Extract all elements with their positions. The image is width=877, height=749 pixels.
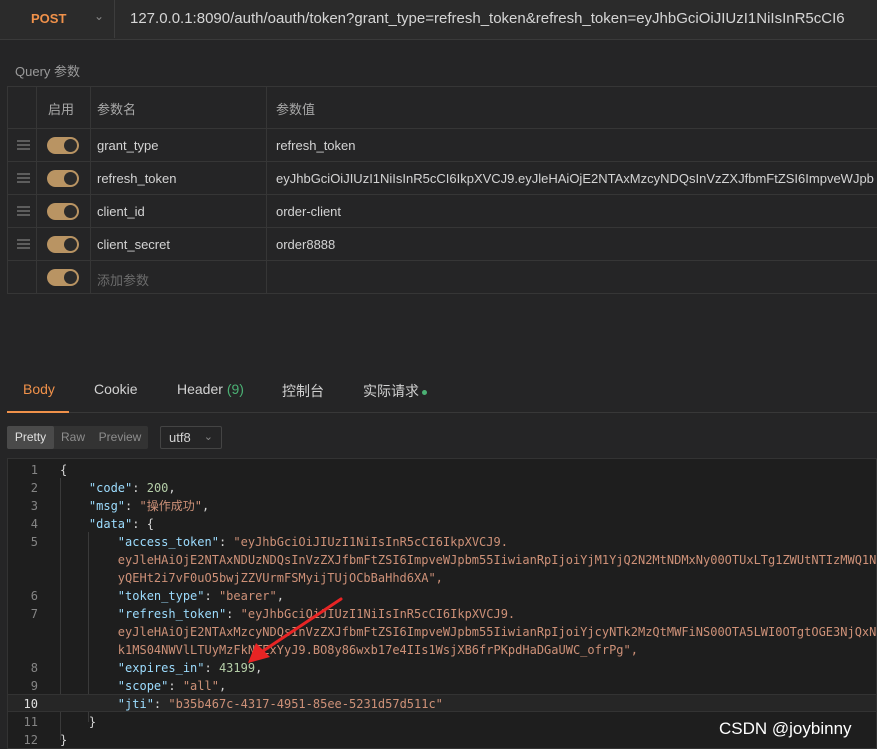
add-param-row: 添加参数 [7, 261, 877, 294]
refresh-token-value-cont: eyJleHAiOjE2NTAxMzcyNDQsInVzZXJfbmFtZSI6… [117, 625, 877, 639]
format-toggle-group: Pretty Raw Preview [7, 426, 148, 449]
encoding-value: utf8 [169, 430, 191, 445]
param-enabled-toggle[interactable] [47, 170, 79, 187]
table-header-row: 启用 参数名 参数值 [7, 87, 877, 129]
request-bar: POST ⌄ 127.0.0.1:8090/auth/oauth/token?g… [0, 0, 877, 40]
value-column-header: 参数值 [276, 102, 316, 117]
chevron-down-icon: ⌄ [203, 431, 213, 443]
code-line-wrap: yQEHt2i7vF0uO5bwjZZVUrmFSMyijTUjOCbBaHhd… [8, 569, 876, 587]
code-line: 6 "token_type": "bearer", [30, 589, 284, 603]
drag-handle-icon[interactable] [17, 239, 30, 249]
param-name[interactable]: client_id [97, 204, 145, 219]
chevron-down-icon: ⌄ [94, 9, 105, 23]
query-params-title: Query 参数 [15, 64, 81, 79]
param-name[interactable]: grant_type [97, 138, 158, 153]
code-line-current: 10 "jti": "b35b467c-4317-4951-85ee-5231d… [8, 694, 876, 712]
add-param-input[interactable]: 添加参数 [97, 270, 149, 289]
param-value[interactable]: order-client [276, 204, 341, 219]
param-name[interactable]: client_secret [97, 237, 170, 252]
scope-value: "all" [182, 679, 219, 693]
tab-cookie[interactable]: Cookie [94, 381, 138, 397]
code-line: 8 "expires_in": 43199, [30, 661, 263, 675]
format-pretty-button[interactable]: Pretty [7, 426, 54, 449]
drag-handle-icon[interactable] [17, 140, 30, 150]
param-row: client_id order-client [7, 195, 877, 228]
watermark: CSDN @joybinny [719, 719, 852, 738]
tab-header[interactable]: Header (9) [177, 381, 244, 397]
code-line-wrap: eyJleHAiOjE2NTAxNDUzNDQsInVzZXJfbmFtZSI6… [8, 551, 877, 569]
access-token-value: "eyJhbGciOiJIUzI1NiIsInR5cCI6IkpXVCJ9. [233, 535, 508, 549]
tab-header-label: Header [177, 381, 223, 397]
code-line: 9 "scope": "all", [30, 679, 227, 693]
url-input[interactable]: 127.0.0.1:8090/auth/oauth/token?grant_ty… [130, 10, 877, 27]
annotation-arrow-icon [248, 597, 343, 663]
code-line: 5 "access_token": "eyJhbGciOiJIUzI1NiIsI… [30, 535, 508, 549]
param-row: grant_type refresh_token [7, 129, 877, 162]
param-row: client_secret order8888 [7, 228, 877, 261]
code-line-wrap: k1MS04NWVlLTUyMzFkNTExYyJ9.BO8y86wxb17e4… [8, 641, 876, 659]
param-enabled-toggle[interactable] [47, 236, 79, 253]
encoding-select[interactable]: utf8 ⌄ [160, 426, 222, 449]
method-select[interactable]: POST ⌄ [8, 0, 115, 38]
code-line: 2 "code": 200, [30, 481, 176, 495]
param-enabled-toggle[interactable] [47, 203, 79, 220]
drag-handle-icon[interactable] [17, 206, 30, 216]
access-token-value-end: yQEHt2i7vF0uO5bwjZZVUrmFSMyijTUjOCbBaHhd… [117, 571, 443, 585]
tab-actual-request-label: 实际请求 [363, 383, 419, 399]
name-column-header: 参数名 [97, 102, 137, 117]
active-tab-underline [7, 411, 69, 413]
format-preview-button[interactable]: Preview [92, 426, 148, 449]
param-name[interactable]: refresh_token [97, 171, 177, 186]
tab-body[interactable]: Body [23, 381, 55, 397]
code-value: 200 [146, 481, 169, 495]
param-value[interactable]: eyJhbGciOiJIUzI1NiIsInR5cCI6IkpXVCJ9.eyJ… [276, 171, 874, 186]
jti-value: "b35b467c-4317-4951-85ee-5231d57d511c" [168, 697, 443, 711]
param-enabled-toggle[interactable] [47, 137, 79, 154]
tab-console[interactable]: 控制台 [282, 381, 324, 401]
code-line: 7 "refresh_token": "eyJhbGciOiJIUzI1NiIs… [30, 607, 516, 621]
code-line: 4 "data": { [30, 517, 154, 531]
refresh-token-value-end: k1MS04NWVlLTUyMzFkNTExYyJ9.BO8y86wxb17e4… [117, 643, 638, 657]
format-raw-button[interactable]: Raw [54, 426, 92, 449]
status-dot-icon [422, 389, 427, 395]
tab-actual-request[interactable]: 实际请求 [363, 381, 427, 401]
response-body-viewer[interactable]: 1{ 2 "code": 200, 3 "msg": "操作成功", 4 "da… [7, 458, 877, 749]
code-line-wrap: eyJleHAiOjE2NTAxMzcyNDQsInVzZXJfbmFtZSI6… [8, 623, 877, 641]
response-tabs: Body Cookie Header (9) 控制台 实际请求 [7, 371, 877, 413]
code-line: 1{ [30, 463, 68, 477]
access-token-value-cont: eyJleHAiOjE2NTAxNDUzNDQsInVzZXJfbmFtZSI6… [117, 553, 877, 567]
code-line: 3 "msg": "操作成功", [30, 499, 210, 513]
header-count-badge: (9) [226, 381, 244, 397]
param-value[interactable]: refresh_token [276, 138, 356, 153]
param-enabled-toggle[interactable] [47, 269, 79, 286]
drag-handle-icon[interactable] [17, 173, 30, 183]
query-params-table: 启用 参数名 参数值 grant_type refresh_token refr… [7, 86, 877, 294]
msg-value: "操作成功" [139, 499, 202, 513]
enabled-column-header: 启用 [48, 102, 75, 117]
param-row: refresh_token eyJhbGciOiJIUzI1NiIsInR5cC… [7, 162, 877, 195]
method-label: POST [31, 11, 67, 26]
param-value[interactable]: order8888 [276, 237, 335, 252]
